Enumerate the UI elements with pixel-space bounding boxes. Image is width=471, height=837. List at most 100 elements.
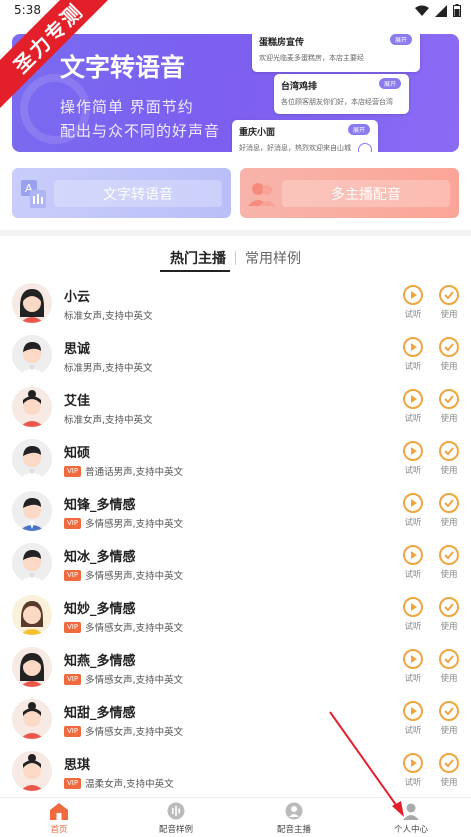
voice-row[interactable]: 知燕_多情感 VIP 多情感女声,支持中英文 试听 使用 [0,643,471,695]
listen-label: 试听 [404,518,422,528]
vip-badge: VIP [64,569,82,581]
voice-row[interactable]: 知甜_多情感 VIP 多情感女声,支持中英文 试听 使用 [0,695,471,747]
check-icon [439,441,459,461]
text-to-speech-label: 文字转语音 [54,180,222,207]
listen-button[interactable]: 试听 [401,285,425,320]
check-icon [439,285,459,305]
status-icons [415,4,461,17]
check-icon [439,545,459,565]
promo-banner[interactable]: 文字转语音 操作简单 界面节约 配出与众不同的好声音 蛋糕房宣传 欢迎光临麦多蛋… [12,34,459,152]
listen-button[interactable]: 试听 [401,389,425,424]
avatar [12,439,52,479]
voice-description-text: 温柔女声,支持中英文 [85,779,174,790]
voice-description-text: 多情感女声,支持中英文 [85,675,184,686]
voice-row[interactable]: 知妙_多情感 VIP 多情感女声,支持中英文 试听 使用 [0,591,471,643]
banner-card-3: 重庆小面 好消息，好消息，热烈欢迎来自山城 展开 [232,120,378,152]
voice-description: VIP 多情感男声,支持中英文 [64,516,183,530]
voice-description: VIP 温柔女声,支持中英文 [64,776,174,790]
play-icon [403,285,423,305]
use-button[interactable]: 使用 [437,389,461,424]
multi-anchor-dubbing-button[interactable]: 多主播配音 [240,168,459,218]
vip-badge: VIP [64,673,82,685]
voice-name: 知冰_多情感 [64,550,136,565]
use-button[interactable]: 使用 [437,337,461,372]
listen-button[interactable]: 试听 [401,493,425,528]
avatar [12,543,52,583]
voice-description-text: 多情感女声,支持中英文 [85,727,184,738]
nav-personal-center-label: 个人中心 [393,825,428,835]
voice-name: 知燕_多情感 [64,654,136,669]
listen-label: 试听 [404,310,422,320]
mic-person-icon [284,802,304,820]
use-label: 使用 [440,674,458,684]
voice-row[interactable]: 思诚 标准男声,支持中英文 试听 使用 [0,331,471,383]
listen-button[interactable]: 试听 [401,753,425,788]
play-icon [403,337,423,357]
use-button[interactable]: 使用 [437,285,461,320]
avatar [12,491,52,531]
check-icon [439,389,459,409]
voice-row[interactable]: 知锋_多情感 VIP 多情感男声,支持中英文 试听 使用 [0,487,471,539]
banner-card-1: 蛋糕房宣传 欢迎光临麦多蛋糕房，本店主要经 展开 [252,34,420,72]
listen-button[interactable]: 试听 [401,701,425,736]
use-button[interactable]: 使用 [437,493,461,528]
voice-name: 知硕 [64,446,91,461]
use-button[interactable]: 使用 [437,701,461,736]
voice-row[interactable]: 知冰_多情感 VIP 多情感男声,支持中英文 试听 使用 [0,539,471,591]
voice-row[interactable]: 思琪 VIP 温柔女声,支持中英文 试听 使用 [0,747,471,799]
use-label: 使用 [440,466,458,476]
banner-card-badge: 展开 [389,34,412,45]
voice-row[interactable]: 艾佳 标准女声,支持中英文 试听 使用 [0,383,471,435]
voice-description: 标准女声,支持中英文 [64,412,153,426]
voice-row[interactable]: 小云 标准女声,支持中英文 试听 使用 [0,279,471,331]
bottom-navigation: 首页 配音样例 配音主播 个人中心 [0,797,471,837]
signal-icon [435,4,447,17]
check-icon [439,597,459,617]
tab-hot-anchors[interactable]: 热门主播 [170,248,226,268]
listen-button[interactable]: 试听 [401,597,425,632]
use-button[interactable]: 使用 [437,649,461,684]
listen-button[interactable]: 试听 [401,649,425,684]
voice-description: VIP 多情感女声,支持中英文 [64,620,183,634]
play-icon [403,389,423,409]
use-button[interactable]: 使用 [437,597,461,632]
banner-card-badge: 展开 [378,78,401,89]
use-button[interactable]: 使用 [437,753,461,788]
use-button[interactable]: 使用 [437,545,461,580]
listen-button[interactable]: 试听 [401,337,425,372]
nav-dubbing-anchors[interactable]: 配音主播 [264,802,324,835]
use-label: 使用 [440,726,458,736]
nav-dubbing-samples[interactable]: 配音样例 [146,802,206,835]
avatar [12,647,52,687]
listen-label: 试听 [404,362,422,372]
voice-name: 知甜_多情感 [64,706,136,721]
use-button[interactable]: 使用 [437,441,461,476]
listen-label: 试听 [404,726,422,736]
banner-card-check-icon [358,143,372,152]
user-icon [401,802,421,820]
listen-label: 试听 [404,674,422,684]
text-document-icon: A [21,180,46,208]
nav-home[interactable]: 首页 [29,802,89,835]
listen-label: 试听 [404,622,422,632]
banner-card-text: 好消息，好消息，热烈欢迎来自山城 [239,144,351,152]
tab-common-samples[interactable]: 常用样例 [245,248,301,268]
multi-anchor-dubbing-label: 多主播配音 [282,180,450,207]
check-icon [439,701,459,721]
nav-personal-center[interactable]: 个人中心 [381,802,441,835]
play-icon [403,493,423,513]
vip-badge: VIP [64,621,82,633]
avatar [12,283,52,323]
text-to-speech-button[interactable]: A 文字转语音 [12,168,231,218]
voice-row[interactable]: 知硕 VIP 普通话男声,支持中英文 试听 使用 [0,435,471,487]
listen-button[interactable]: 试听 [401,441,425,476]
banner-subtitle-1: 操作简单 界面节约 [60,98,194,116]
banner-card-2: 台湾鸡排 各位顾客朋友你们好，本店经营台湾 展开 [274,74,409,114]
voice-description-text: 多情感男声,支持中英文 [85,519,184,530]
listen-label: 试听 [404,466,422,476]
voice-name: 思琪 [64,758,91,773]
tab-divider [235,251,236,265]
listen-button[interactable]: 试听 [401,545,425,580]
waveform-icon [166,802,186,820]
listen-label: 试听 [404,570,422,580]
